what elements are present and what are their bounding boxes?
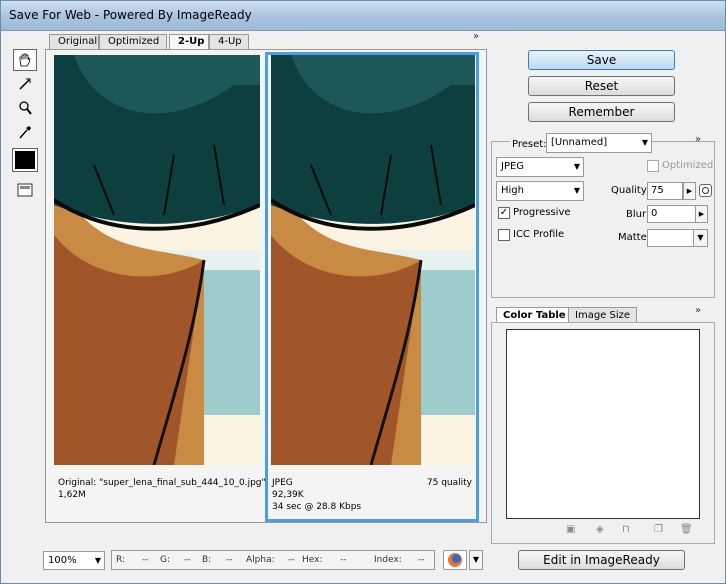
title-bar: Save For Web - Powered By ImageReady	[1, 1, 725, 31]
trash-icon[interactable]: 🗑	[680, 524, 693, 535]
index-label: Index:	[374, 555, 402, 565]
icc-profile-label: ICC Profile	[513, 229, 565, 240]
optimized-quality: 75 quality	[426, 478, 472, 488]
original-image	[54, 55, 260, 465]
g-label: G:	[160, 555, 171, 565]
quality-label: Quality:	[611, 185, 650, 196]
tab-4-up[interactable]: 4-Up	[209, 34, 249, 49]
g-value: --	[184, 555, 191, 565]
settings-menu-icon[interactable]: »	[695, 134, 701, 145]
quality-channel-icon[interactable]	[699, 184, 712, 197]
lock-icon[interactable]: ⊓	[622, 524, 630, 535]
optimized-download-time: 34 sec @ 28.8 Kbps	[272, 502, 362, 512]
optimized-checkbox[interactable]	[647, 160, 659, 172]
original-info: Original: "super_lena_final_sub_444_10_0…	[58, 477, 266, 501]
expand-icon[interactable]: »	[473, 31, 479, 42]
icc-profile-checkbox[interactable]	[498, 229, 510, 241]
save-for-web-window: Save For Web - Powered By ImageReady Ori…	[0, 0, 726, 584]
map-transparent-icon[interactable]: ▣	[566, 524, 575, 535]
index-value: --	[418, 555, 425, 565]
original-preview[interactable]	[54, 55, 260, 465]
r-label: R:	[116, 555, 126, 565]
tab-optimized[interactable]: Optimized	[99, 34, 167, 49]
edit-in-imageready-button[interactable]: Edit in ImageReady	[518, 550, 685, 570]
original-filename: Original: "super_lena_final_sub_444_10_0…	[58, 478, 266, 488]
toggle-slices-icon[interactable]	[13, 179, 37, 201]
toolbox	[12, 49, 38, 203]
color-table-menu-icon[interactable]: »	[695, 305, 701, 316]
reset-button[interactable]: Reset	[528, 76, 675, 96]
chevron-down-icon: ▼	[94, 556, 101, 565]
blur-label: Blur:	[626, 209, 650, 220]
quality-level-value: High	[501, 185, 524, 196]
preset-select[interactable]: [Unnamed] ▼	[546, 133, 652, 153]
color-table[interactable]	[506, 329, 700, 519]
matte-color-field[interactable]	[647, 229, 695, 247]
progressive-checkbox[interactable]: ✓	[498, 207, 510, 219]
chevron-down-icon: ▼	[573, 162, 580, 171]
zoom-icon[interactable]	[13, 97, 37, 119]
hand-icon[interactable]	[13, 49, 37, 71]
window-title: Save For Web - Powered By ImageReady	[9, 8, 252, 22]
chevron-down-icon: ▼	[573, 186, 580, 195]
progressive-label: Progressive	[513, 207, 571, 218]
color-readout: R: -- G: -- B: -- Alpha: -- Hex: -- Inde…	[111, 550, 435, 570]
web-shift-icon[interactable]: ◈	[596, 524, 604, 535]
optimized-label: Optimized	[662, 160, 714, 171]
remember-button[interactable]: Remember	[528, 102, 675, 122]
format-select[interactable]: JPEG ▼	[496, 157, 584, 177]
zoom-select[interactable]: 100% ▼	[43, 551, 105, 570]
preset-value: [Unnamed]	[551, 137, 608, 148]
zoom-value: 100%	[48, 555, 77, 566]
tab-2-up[interactable]: 2-Up	[169, 34, 209, 50]
browser-menu-chevron-icon[interactable]: ▼	[469, 550, 483, 570]
new-color-icon[interactable]: ❐	[654, 524, 663, 535]
slice-select-icon[interactable]	[13, 73, 37, 95]
original-size: 1,62M	[58, 490, 86, 500]
quality-slider-arrow-icon[interactable]: ▶	[683, 182, 696, 200]
blur-input[interactable]: 0	[647, 205, 697, 223]
optimized-info: JPEG 92,39K 34 sec @ 28.8 Kbps 75 qualit…	[272, 477, 472, 513]
tab-image-size[interactable]: Image Size	[568, 307, 638, 323]
tab-color-table[interactable]: Color Table	[496, 307, 573, 323]
blur-slider-arrow-icon[interactable]: ▶	[695, 205, 708, 223]
matte-label: Matte:	[618, 232, 651, 243]
chevron-down-icon: ▼	[641, 138, 648, 147]
settings-group: Preset: [Unnamed] ▼ » JPEG ▼ Optimized Hig…	[491, 133, 715, 298]
eyedropper-color-icon[interactable]	[12, 148, 38, 172]
alpha-label: Alpha:	[246, 555, 275, 565]
chevron-down-icon[interactable]: ▼	[693, 229, 708, 247]
color-table-panel: ▣ ◈ ⊓ ❐ 🗑	[491, 322, 715, 544]
format-value: JPEG	[501, 161, 525, 172]
alpha-value: --	[288, 555, 295, 565]
tab-original[interactable]: Original	[49, 34, 99, 49]
save-button[interactable]: Save	[528, 50, 675, 70]
hex-label: Hex:	[302, 555, 323, 565]
b-value: --	[226, 555, 233, 565]
preset-label: Preset:	[510, 139, 549, 150]
preview-area: Original: "super_lena_final_sub_444_10_0…	[45, 49, 487, 523]
selected-pane-frame	[265, 52, 479, 522]
quality-level-select[interactable]: High ▼	[496, 181, 584, 201]
r-value: --	[142, 555, 149, 565]
eyedropper-icon[interactable]	[13, 121, 37, 143]
hex-value: --	[340, 555, 347, 565]
quality-input[interactable]: 75	[647, 182, 683, 200]
b-label: B:	[202, 555, 212, 565]
dialog-body: Original Optimized 2-Up 4-Up » Original:…	[5, 31, 721, 579]
browser-preview-icon[interactable]	[443, 550, 467, 570]
optimized-size: 92,39K	[272, 490, 304, 500]
